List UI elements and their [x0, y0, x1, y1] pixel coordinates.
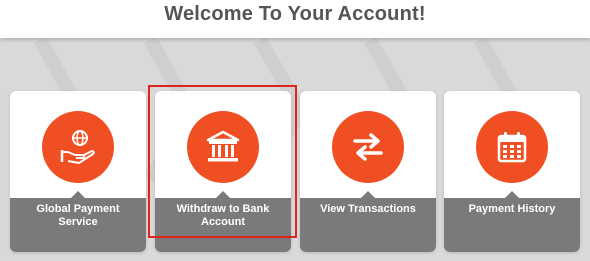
- payment-history-label: Payment History: [468, 203, 556, 215]
- global-payment-icon-circle: [42, 111, 114, 183]
- transactions-icon-circle: [332, 111, 404, 183]
- payment-history-card[interactable]: Payment History: [444, 91, 580, 252]
- bank-icon-circle: [187, 111, 259, 183]
- global-payment-service-label: Global Payment Service: [36, 203, 120, 228]
- hand-globe-icon: [60, 130, 95, 164]
- view-transactions-card[interactable]: View Transactions: [300, 91, 436, 252]
- page-title: Welcome To Your Account!: [164, 3, 426, 25]
- welcome-header: Welcome To Your Account!: [0, 0, 590, 38]
- global-payment-service-card[interactable]: Global Payment Service: [10, 91, 146, 252]
- bank-icon: [206, 130, 240, 162]
- withdraw-to-bank-card[interactable]: Withdraw to Bank Account: [155, 91, 291, 252]
- withdraw-to-bank-label: Withdraw to Bank Account: [176, 203, 270, 228]
- payment-history-icon-circle: [476, 111, 548, 183]
- calendar-icon: [497, 132, 527, 163]
- view-transactions-label: View Transactions: [320, 203, 416, 215]
- arrows-exchange-icon: [353, 133, 383, 161]
